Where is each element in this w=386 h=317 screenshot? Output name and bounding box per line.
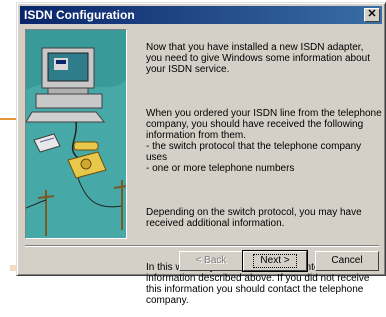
description-paragraph: Depending on the switch protocol, you ma… (146, 207, 362, 229)
description-paragraph: When you ordered your ISDN line from the… (146, 108, 382, 174)
window-title: ISDN Configuration (24, 8, 135, 22)
next-button-label: Next > (253, 254, 297, 268)
back-button[interactable]: < Back (179, 251, 243, 271)
close-button[interactable]: ✕ (364, 8, 380, 22)
wizard-description: Now that you have installed a new ISDN a… (146, 31, 382, 317)
description-paragraph: Now that you have installed a new ISDN a… (146, 42, 371, 75)
button-separator (25, 245, 379, 247)
computer-telephone-illustration (25, 29, 127, 239)
isdn-configuration-dialog: ISDN Configuration ✕ Now that you have i… (16, 2, 386, 306)
illustration-icon (26, 47, 126, 238)
title-bar[interactable]: ISDN Configuration ✕ (20, 6, 382, 24)
next-button[interactable]: Next > (242, 250, 308, 272)
cancel-button[interactable]: Cancel (315, 251, 379, 271)
